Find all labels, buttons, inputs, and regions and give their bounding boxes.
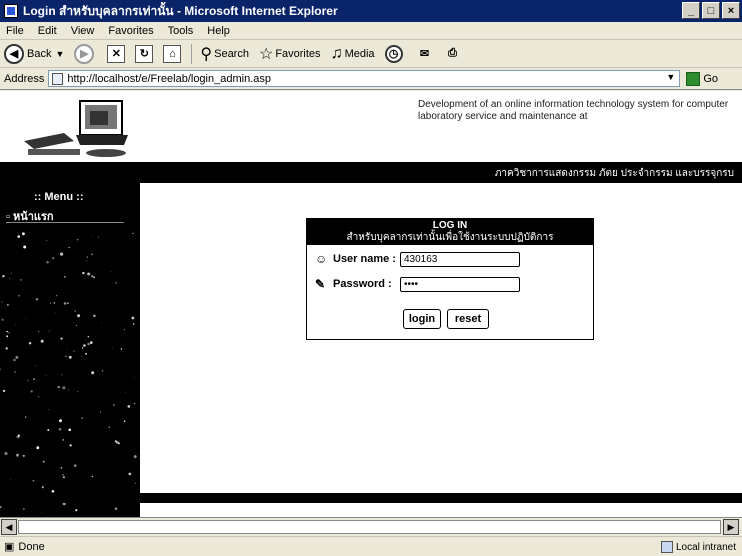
password-input[interactable] <box>400 277 520 292</box>
menu-edit[interactable]: Edit <box>38 25 57 37</box>
security-zone: Local intranet <box>660 541 736 553</box>
menu-file[interactable]: File <box>6 25 24 37</box>
stop-button[interactable]: ✕ <box>107 44 126 63</box>
sidebar: :: Menu :: ▫ หน้าแรก <box>0 183 140 517</box>
go-button[interactable]: Go <box>686 71 719 86</box>
mail-button[interactable]: ✉ <box>416 45 434 63</box>
back-label: Back <box>27 47 52 60</box>
scroll-left-arrow-icon[interactable]: ◀ <box>1 519 17 535</box>
main-content: LOG IN สำหรับบุคลากรเท่านั้นเพื่อใช้งานร… <box>140 183 742 517</box>
print-icon: ⎙ <box>448 47 457 59</box>
media-icon: ♫ <box>330 44 343 62</box>
banner-strip-text: ภาควิชาการแสดงกรรม ภัตย ประจำกรรม และบรร… <box>494 167 734 179</box>
password-row: ✎ Password : <box>315 278 392 290</box>
user-icon: ☺ <box>315 252 328 266</box>
menu-help[interactable]: Help <box>207 25 230 37</box>
horizontal-scrollbar[interactable]: ◀ ▶ <box>0 517 742 535</box>
login-heading: LOG IN <box>432 220 468 231</box>
title-bar: Login สำหรับบุคลากรเท่านั้น - Microsoft … <box>0 0 742 22</box>
login-button[interactable]: login <box>403 309 441 329</box>
print-button[interactable]: ⎙ <box>444 45 462 63</box>
password-label: Password : <box>333 278 392 290</box>
intranet-icon <box>660 541 673 553</box>
refresh-button[interactable]: ↻ <box>135 44 154 63</box>
history-button[interactable]: ◷ <box>384 44 406 63</box>
reset-button[interactable]: reset <box>447 309 489 329</box>
go-label: Go <box>703 72 719 85</box>
forward-arrow-icon: ▶ <box>74 43 95 64</box>
ie-page-icon <box>4 4 18 18</box>
go-arrow-icon <box>686 71 701 86</box>
sidebar-title: :: Menu :: <box>34 191 84 203</box>
page-icon <box>52 72 64 85</box>
scroll-track[interactable] <box>18 520 721 534</box>
mail-icon: ✉ <box>419 48 430 60</box>
toolbar-separator <box>191 43 193 64</box>
scroll-right-arrow-icon[interactable]: ▶ <box>723 519 739 535</box>
close-button[interactable]: × <box>722 2 740 19</box>
login-header: LOG IN สำหรับบุคลากรเท่านั้นเพื่อใช้งานร… <box>307 219 593 245</box>
zone-label: Local intranet <box>675 541 736 553</box>
address-dropdown-icon[interactable]: ▼ <box>664 72 677 85</box>
address-input[interactable]: http://localhost/e/Freelab/login_admin.a… <box>48 70 681 87</box>
stop-icon: ✕ <box>107 44 126 63</box>
media-label: Media <box>344 47 375 60</box>
computer-logo-icon <box>24 100 128 157</box>
back-button[interactable]: ◀ Back ▼ <box>4 43 65 64</box>
login-subheading: สำหรับบุคลากรเท่านั้นเพื่อใช้งานระบบปฏิบ… <box>346 232 554 243</box>
back-arrow-icon: ◀ <box>4 43 24 64</box>
favorites-star-icon: ☆ <box>258 45 274 63</box>
history-icon: ◷ <box>384 44 403 63</box>
site-banner: Development of an online information tec… <box>0 91 742 163</box>
home-button[interactable]: ⌂ <box>163 44 182 63</box>
status-text: Done <box>18 540 45 553</box>
favorites-button[interactable]: ☆ Favorites <box>259 44 321 64</box>
banner-strip: ภาควิชาการแสดงกรรม ภัตย ประจำกรรม และบรร… <box>0 163 742 183</box>
login-panel: LOG IN สำหรับบุคลากรเท่านั้นเพื่อใช้งานร… <box>306 218 594 340</box>
window-controls: _ □ × <box>682 2 740 19</box>
sidebar-divider <box>6 222 124 223</box>
address-url: http://localhost/e/Freelab/login_admin.a… <box>67 72 271 85</box>
page-footer-bar <box>0 493 742 503</box>
search-label: Search <box>214 47 249 60</box>
minimize-button[interactable]: _ <box>682 2 700 19</box>
media-button[interactable]: ♫ Media <box>331 45 375 63</box>
menu-favorites[interactable]: Favorites <box>108 25 153 37</box>
browser-window: Login สำหรับบุคลากรเท่านั้น - Microsoft … <box>0 0 742 556</box>
home-icon: ⌂ <box>163 44 182 63</box>
page-viewport: Development of an online information tec… <box>0 91 742 517</box>
menu-bar: File Edit View Favorites Tools Help <box>0 22 742 40</box>
address-label: Address <box>4 72 45 85</box>
search-button[interactable]: ⚲ Search <box>200 44 249 64</box>
username-label: User name : <box>333 253 396 265</box>
search-icon: ⚲ <box>200 45 213 63</box>
banner-text: Development of an online information tec… <box>418 99 729 122</box>
toolbar: ◀ Back ▼ ▶ ✕ ↻ ⌂ ⚲ Search ☆ Favorites ♫ … <box>0 40 742 68</box>
menu-view[interactable]: View <box>71 25 95 37</box>
menu-tools[interactable]: Tools <box>168 25 194 37</box>
star-field-background <box>0 232 137 513</box>
window-title: Login สำหรับบุคลากรเท่านั้น - Microsoft … <box>23 3 338 18</box>
status-page-icon: ▣ <box>4 541 15 553</box>
key-icon: ✎ <box>315 277 326 291</box>
favorites-label: Favorites <box>275 47 321 60</box>
back-dropdown-icon: ▼ <box>55 48 65 59</box>
status-bar: ▣ Done Local intranet <box>0 536 742 556</box>
username-input[interactable] <box>400 252 520 267</box>
refresh-icon: ↻ <box>135 44 154 63</box>
username-row: ☺ User name : <box>315 253 396 265</box>
forward-button[interactable]: ▶ <box>74 43 97 64</box>
address-bar: Address http://localhost/e/Freelab/login… <box>0 68 742 90</box>
maximize-button[interactable]: □ <box>702 2 720 19</box>
